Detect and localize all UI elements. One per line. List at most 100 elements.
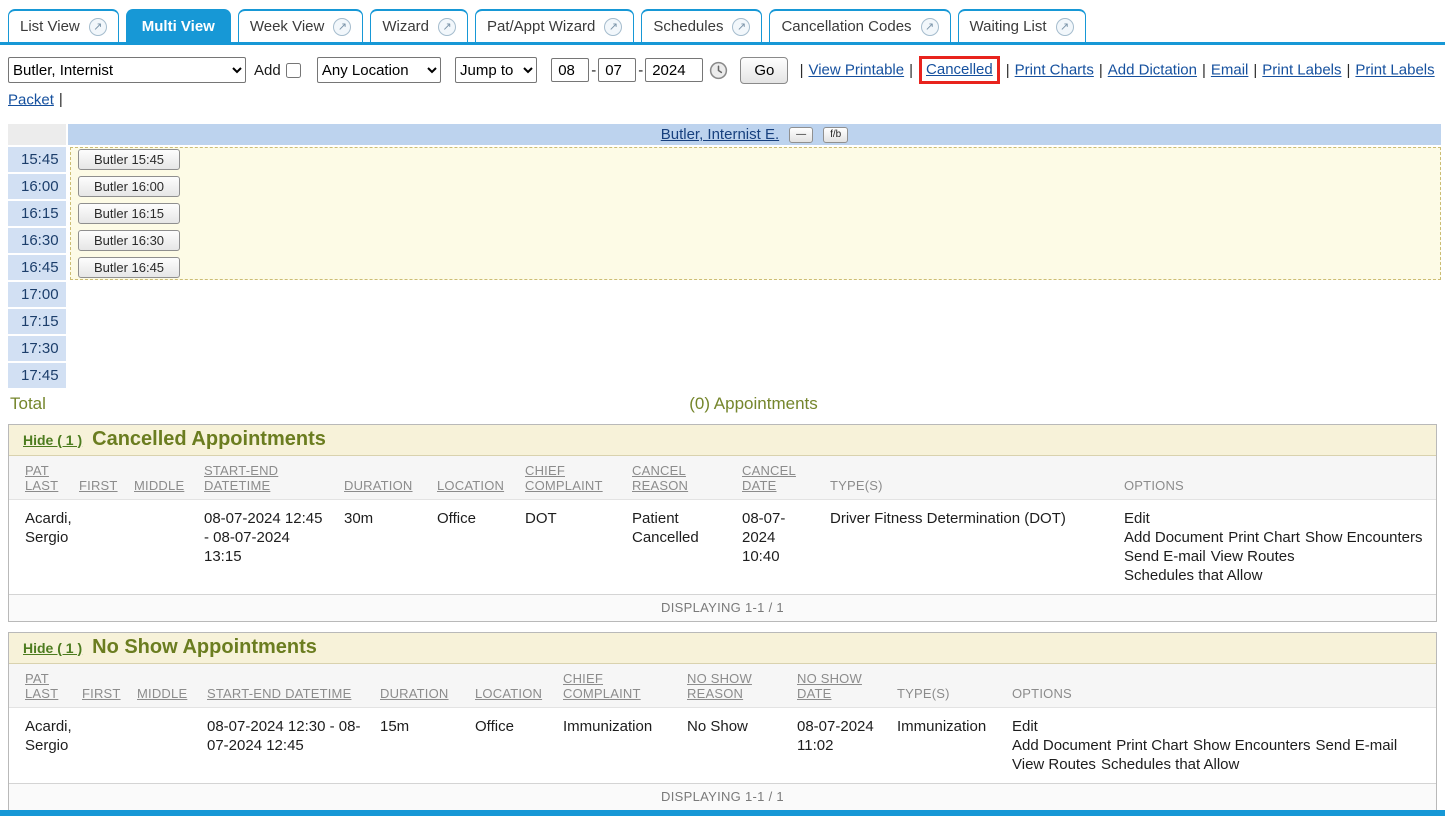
start-end-cell: 08-07-2024 12:30 - 08-07-2024 12:45: [199, 708, 372, 784]
types-cell: Immunization: [889, 708, 1004, 784]
appointment-option-link[interactable]: View Routes: [1211, 547, 1295, 566]
hide-no-show-link[interactable]: Hide ( 1 ): [23, 640, 82, 656]
open-new-window-icon[interactable]: ↗: [438, 18, 456, 36]
options-header: OPTIONS: [1012, 686, 1072, 701]
appointment-slot-button[interactable]: Butler 16:00: [78, 176, 180, 197]
cancelled-appointment-row: Acardi, Sergio 08-07-2024 12:45 - 08-07-…: [9, 500, 1436, 595]
options-cell: Edit Add Document Print Chart Show Encount…: [1116, 500, 1436, 595]
appointment-option-link[interactable]: Show Encounters: [1193, 736, 1311, 755]
sort-pat-last[interactable]: PAT LAST: [25, 463, 58, 493]
date-year-input[interactable]: [645, 58, 703, 82]
tab-wizard[interactable]: Wizard ↗: [370, 9, 468, 42]
options-cell: Edit Add Document Print Chart Show Encount…: [1004, 708, 1436, 784]
tab-cancellation-codes[interactable]: Cancellation Codes ↗: [769, 9, 950, 42]
separator: |: [1006, 62, 1010, 79]
open-new-window-icon[interactable]: ↗: [604, 18, 622, 36]
time-label: 15:45: [8, 147, 66, 172]
tab-label: List View: [20, 18, 80, 35]
separator: |: [1099, 62, 1103, 79]
print-charts-link[interactable]: Print Charts: [1015, 62, 1094, 79]
sort-start-end[interactable]: START-END DATETIME: [204, 463, 278, 493]
open-new-window-icon[interactable]: ↗: [333, 18, 351, 36]
view-tab-bar: List View ↗ Multi View Week View ↗ Wizar…: [0, 0, 1445, 45]
date-day-input[interactable]: [598, 58, 636, 82]
sort-duration[interactable]: DURATION: [344, 478, 413, 493]
jump-to-select[interactable]: Jump to: [455, 57, 537, 83]
tab-list-view[interactable]: List View ↗: [8, 9, 119, 42]
sort-pat-last[interactable]: PAT LAST: [25, 671, 58, 701]
tab-multi-view[interactable]: Multi View: [126, 9, 231, 42]
tab-schedules[interactable]: Schedules ↗: [641, 9, 762, 42]
location-select[interactable]: Any Location: [317, 57, 441, 83]
open-availability-area[interactable]: [70, 147, 1441, 280]
tab-label: Wizard: [382, 18, 429, 35]
open-new-window-icon[interactable]: ↗: [89, 18, 107, 36]
email-link[interactable]: Email: [1211, 62, 1249, 79]
first-cell: [74, 708, 129, 784]
appointment-option-link[interactable]: Add Document: [1124, 528, 1223, 547]
collapse-column-button[interactable]: —: [789, 127, 813, 143]
sort-location[interactable]: LOCATION: [437, 478, 504, 493]
no-show-section-title: No Show Appointments: [92, 636, 317, 659]
go-button[interactable]: Go: [740, 57, 788, 84]
appointment-option-link[interactable]: Send E-mail: [1316, 736, 1398, 755]
add-dictation-link[interactable]: Add Dictation: [1108, 62, 1197, 79]
sort-location[interactable]: LOCATION: [475, 686, 542, 701]
separator: |: [1202, 62, 1206, 79]
open-new-window-icon[interactable]: ↗: [732, 18, 750, 36]
date-month-input[interactable]: [551, 58, 589, 82]
pat-last-cell: Acardi, Sergio: [9, 708, 74, 784]
sort-no-show-date[interactable]: NO SHOW DATE: [797, 671, 862, 701]
slot-button-column: Butler 15:45 Butler 16:00 Butler 16:15 Butl…: [78, 149, 180, 284]
add-checkbox[interactable]: [286, 63, 301, 78]
appointment-slot-button[interactable]: Butler 16:15: [78, 203, 180, 224]
edit-link[interactable]: Edit: [1124, 509, 1150, 528]
sort-middle[interactable]: MIDDLE: [134, 478, 184, 493]
appointment-option-link[interactable]: Schedules that Allow: [1101, 755, 1239, 774]
appointment-option-link[interactable]: Print Chart: [1228, 528, 1300, 547]
hide-cancelled-link[interactable]: Hide ( 1 ): [23, 432, 82, 448]
sort-cancel-reason[interactable]: CANCEL REASON: [632, 463, 688, 493]
provider-link[interactable]: Butler, Internist E.: [661, 126, 779, 143]
appointment-option-link[interactable]: Schedules that Allow: [1124, 566, 1262, 585]
sort-chief-complaint[interactable]: CHIEF COMPLAINT: [525, 463, 603, 493]
no-show-appointments-table: PAT LAST FIRST MIDDLE START-END DATETIME…: [9, 664, 1436, 783]
open-new-window-icon[interactable]: ↗: [921, 18, 939, 36]
schedule-toolbar: Butler, Internist Add Any Location Jump …: [0, 45, 1445, 116]
appointment-option-link[interactable]: Send E-mail: [1124, 547, 1206, 566]
sort-first[interactable]: FIRST: [79, 478, 118, 493]
cancelled-link[interactable]: Cancelled: [926, 61, 993, 78]
sort-start-end[interactable]: START-END DATETIME: [207, 686, 351, 701]
appointment-slot-button[interactable]: Butler 15:45: [78, 149, 180, 170]
appointment-option-link[interactable]: View Routes: [1012, 755, 1096, 774]
time-label: 16:45: [8, 255, 66, 280]
tab-waiting-list[interactable]: Waiting List ↗: [958, 9, 1086, 42]
types-cell: Driver Fitness Determination (DOT): [822, 500, 1116, 595]
time-label: 16:00: [8, 174, 66, 199]
sort-duration[interactable]: DURATION: [380, 686, 449, 701]
view-printable-link[interactable]: View Printable: [808, 62, 904, 79]
date-separator: -: [591, 62, 596, 79]
provider-select[interactable]: Butler, Internist: [8, 57, 246, 83]
open-new-window-icon[interactable]: ↗: [1056, 18, 1074, 36]
appointment-option-link[interactable]: Add Document: [1012, 736, 1111, 755]
edit-link[interactable]: Edit: [1012, 717, 1038, 736]
date-separator: -: [638, 62, 643, 79]
sort-first[interactable]: FIRST: [82, 686, 121, 701]
sort-middle[interactable]: MIDDLE: [137, 686, 187, 701]
tab-pat-appt-wizard[interactable]: Pat/Appt Wizard ↗: [475, 9, 634, 42]
print-labels-link[interactable]: Print Labels: [1262, 62, 1341, 79]
appointment-slot-button[interactable]: Butler 16:45: [78, 257, 180, 278]
appointment-option-link[interactable]: Show Encounters: [1305, 528, 1423, 547]
time-label: 17:30: [8, 336, 66, 361]
sort-cancel-date[interactable]: CANCEL DATE: [742, 463, 796, 493]
appointments-count: (0) Appointments: [66, 394, 1441, 414]
sort-no-show-reason[interactable]: NO SHOW REASON: [687, 671, 752, 701]
appointment-option-link[interactable]: Print Chart: [1116, 736, 1188, 755]
tab-week-view[interactable]: Week View ↗: [238, 9, 363, 42]
duration-cell: 15m: [372, 708, 467, 784]
appointment-slot-button[interactable]: Butler 16:30: [78, 230, 180, 251]
sort-chief-complaint[interactable]: CHIEF COMPLAINT: [563, 671, 641, 701]
clock-icon[interactable]: [709, 61, 728, 80]
front-back-button[interactable]: f/b: [823, 127, 848, 143]
